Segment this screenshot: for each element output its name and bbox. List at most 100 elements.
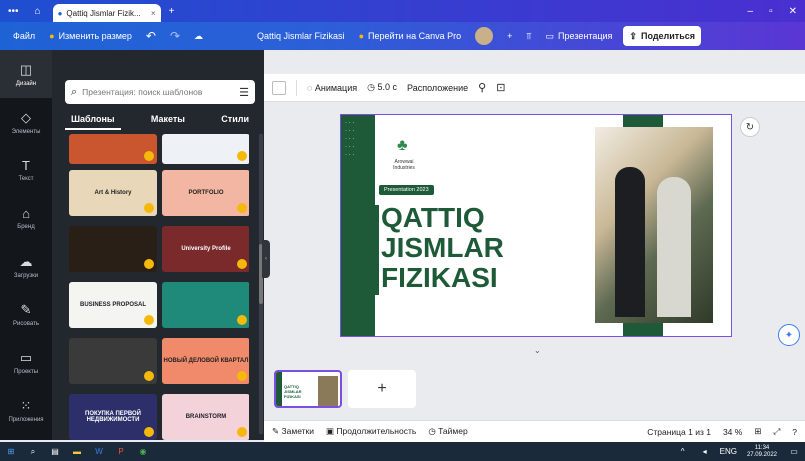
pro-crown-icon (144, 259, 154, 269)
resize-button[interactable]: ● Изменить размер (42, 31, 139, 41)
template-thumbnail-label: ПОКУПКА ПЕРВОЙ НЕДВИЖИМОСТИ (85, 411, 141, 423)
new-tab-button[interactable]: + (161, 6, 183, 17)
magic-assistant-icon[interactable]: ✦ (778, 324, 800, 346)
position-button[interactable]: Расположение (407, 83, 468, 93)
grid-view-icon[interactable]: ⊞ (754, 426, 761, 437)
tab-close-icon[interactable]: × (151, 9, 156, 18)
pro-crown-icon (144, 203, 154, 213)
rail-item-apps[interactable]: ⁙ Приложения (0, 386, 52, 434)
rail-item-design[interactable]: ◫ Дизайн (0, 50, 52, 98)
word-icon[interactable]: W (88, 442, 110, 461)
analytics-icon[interactable]: ⫪ (519, 31, 538, 42)
volume-icon[interactable]: ◂ (694, 442, 716, 461)
template-thumbnail-label: BRAINSTORM (185, 414, 227, 420)
template-search-input[interactable]: ⌕ Презентация: поиск шаблонов ☰ (65, 80, 255, 104)
pro-crown-icon (144, 151, 154, 161)
share-icon: ⇪ (629, 30, 637, 41)
share-button[interactable]: ⇪ Поделиться (623, 26, 701, 46)
template-thumbnail[interactable]: НОВЫЙ ДЕЛОВОЙ КВАРТАЛ (162, 338, 249, 384)
pro-crown-icon (237, 259, 247, 269)
background-color-button[interactable] (272, 80, 286, 95)
template-thumbnail[interactable]: University Profile (162, 226, 249, 272)
rail-item-text[interactable]: T Текст (0, 146, 52, 194)
windows-start-icon[interactable]: ⊞ (0, 442, 22, 461)
rail-item-draw[interactable]: ✎ Рисовать (0, 290, 52, 338)
page-thumbnail[interactable]: QATTIQ JISMLAR FIZIKASI (274, 370, 342, 408)
panel-scrollbar[interactable] (259, 134, 263, 434)
tray-chevron-icon[interactable]: ^ (672, 442, 694, 461)
page-indicator[interactable]: Страница 1 из 1 (647, 427, 711, 437)
animation-icon: ◌ (307, 82, 315, 93)
rail-label: Текст (18, 176, 34, 182)
template-thumbnail[interactable]: BRAINSTORM (162, 394, 249, 440)
language-indicator[interactable]: ENG (716, 447, 741, 456)
rail-item-projects[interactable]: ▭ Проекты (0, 338, 52, 386)
tab-layouts[interactable]: Макеты (145, 114, 191, 130)
rail-item-elements[interactable]: ◇ Элементы (0, 98, 52, 146)
zoom-level[interactable]: 34 % (723, 427, 742, 437)
paint-roller-icon[interactable]: ⚲ (478, 81, 486, 94)
template-thumbnail[interactable] (69, 134, 157, 164)
file-menu[interactable]: Файл (6, 31, 42, 41)
minimize-button[interactable]: – (740, 6, 762, 17)
tab-styles[interactable]: Стили (215, 114, 255, 130)
editor-toolbar: ◌ Анимация ◷ 5.0 с Расположение ⚲ ⊡ (264, 74, 805, 102)
close-window-button[interactable]: ✕ (781, 6, 805, 17)
animation-button[interactable]: ◌ Анимация (307, 83, 357, 93)
canvas-area: · · · · · · · · · · · · · · · ♣ Arowwai Indu… (264, 102, 805, 355)
browser-tab[interactable]: ● Qattiq Jismlar Fizik... × (52, 4, 161, 22)
tab-templates[interactable]: Шаблоны (65, 114, 121, 130)
pro-crown-icon (144, 315, 154, 325)
redo-icon[interactable]: ↷ (163, 29, 187, 43)
pages-strip: QATTIQ JISMLAR FIZIKASI + (264, 358, 805, 420)
maximize-button[interactable]: ▫ (761, 6, 781, 17)
template-thumbnail[interactable]: ПОКУПКА ПЕРВОЙ НЕДВИЖИМОСТИ (69, 394, 157, 440)
document-title[interactable]: Qattiq Jismlar Fizikasi (250, 31, 352, 41)
rail-item-brand[interactable]: ⌂ Бренд (0, 194, 52, 242)
duration-toggle[interactable]: ▣ Продолжительность (326, 426, 416, 437)
search-icon[interactable]: ⌕ (22, 442, 44, 461)
slide-canvas[interactable]: · · · · · · · · · · · · · · · ♣ Arowwai Indu… (340, 114, 732, 337)
undo-icon[interactable]: ↶ (139, 29, 163, 43)
template-thumbnail[interactable] (162, 282, 249, 328)
template-thumbnail[interactable] (69, 226, 157, 272)
avatar[interactable] (468, 27, 500, 45)
chrome-icon[interactable]: ◉ (132, 442, 154, 461)
file-explorer-icon[interactable]: ▬ (66, 442, 88, 461)
regenerate-icon[interactable]: ↻ (740, 117, 760, 137)
search-icon: ⌕ (71, 85, 78, 98)
apps-icon: ⁙ (20, 397, 32, 413)
rail-item-uploads[interactable]: ☁ Загрузки (0, 242, 52, 290)
rail-label: Бренд (17, 224, 35, 230)
task-view-icon[interactable]: ▤ (44, 442, 66, 461)
powerpoint-icon[interactable]: P (110, 442, 132, 461)
ellipsis-icon[interactable]: ••• (0, 6, 27, 17)
clock[interactable]: 11:34 27.09.2022 (741, 445, 783, 459)
timer-button[interactable]: ◷ Таймер (428, 426, 467, 437)
side-rail: ◫ Дизайн ◇ Элементы T Текст ⌂ Бренд ☁ Загрузк… (0, 50, 52, 440)
template-thumbnail[interactable] (69, 338, 157, 384)
canva-pro-button[interactable]: ● Перейти на Canva Pro (352, 31, 469, 41)
hide-pages-chevron-icon[interactable]: ⌄ (534, 346, 541, 355)
template-thumbnail[interactable]: Art & History (69, 170, 157, 216)
filter-sliders-icon[interactable]: ☰ (239, 86, 249, 99)
notifications-icon[interactable]: ▭ (783, 442, 805, 461)
lock-icon[interactable]: ⊡ (496, 81, 505, 94)
add-collaborator-button[interactable]: + (500, 31, 519, 41)
presentation-badge: Presentation 2023 (379, 185, 434, 195)
pro-crown-icon (237, 427, 247, 437)
duration-button[interactable]: ◷ 5.0 с (367, 82, 397, 93)
fullscreen-icon[interactable]: ⤢ (773, 426, 780, 437)
present-button[interactable]: ▭ Презентация (539, 31, 620, 42)
folder-icon: ▭ (19, 349, 33, 365)
home-icon[interactable]: ⌂ (27, 6, 49, 17)
thumb-photo (318, 376, 338, 406)
template-thumbnail[interactable] (162, 134, 249, 164)
notes-button[interactable]: ✎ Заметки (272, 426, 314, 437)
template-thumbnail[interactable]: BUSINESS PROPOSAL (69, 282, 157, 328)
cloud-saved-icon[interactable]: ☁ (187, 31, 210, 42)
add-page-button[interactable]: + (348, 370, 416, 408)
layout-icon: ◫ (19, 61, 33, 77)
template-thumbnail[interactable]: PORTFOLIO (162, 170, 249, 216)
help-icon[interactable]: ? (792, 427, 797, 437)
